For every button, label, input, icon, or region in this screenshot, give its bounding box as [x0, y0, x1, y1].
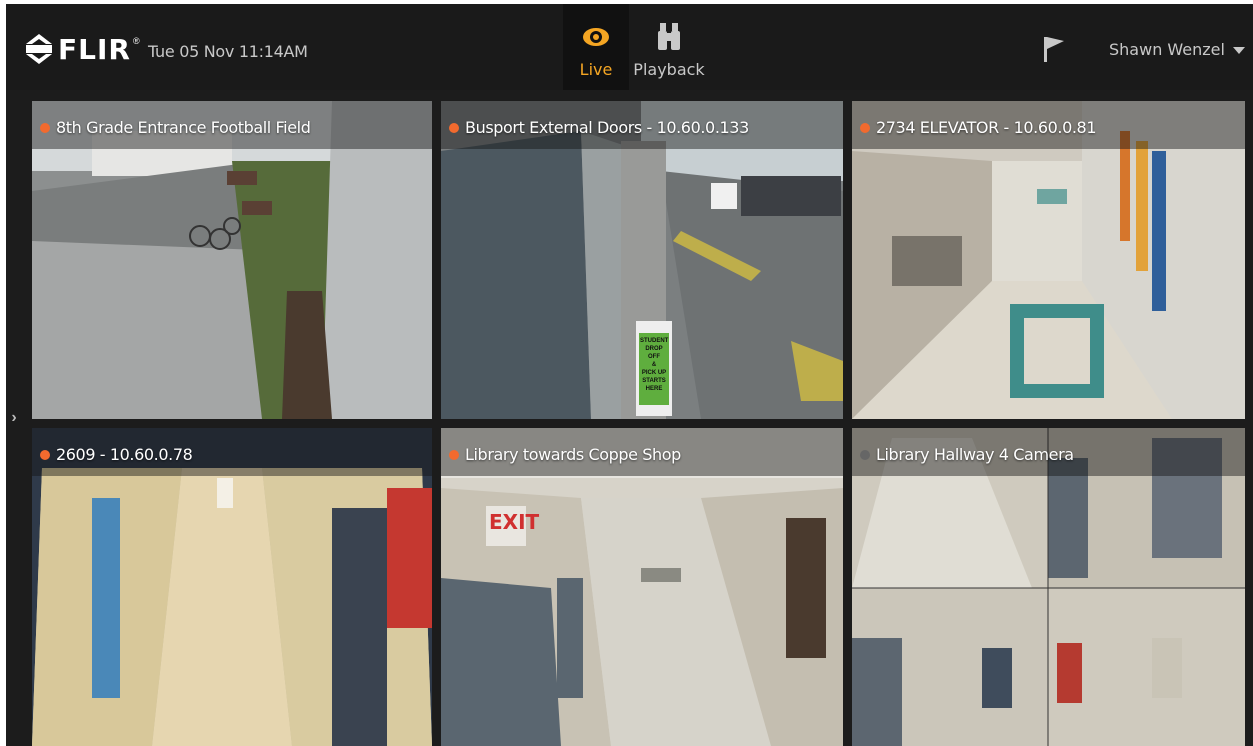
parking-sign-line: PICK UP — [641, 370, 667, 376]
parking-sign-line: & — [651, 362, 657, 368]
tab-playback[interactable]: Playback — [631, 4, 707, 90]
camera-title: Busport External Doors - 10.60.0.133 — [449, 118, 749, 137]
logo-registered-mark: ® — [132, 36, 140, 46]
camera-name: Library towards Coppe Shop — [465, 445, 681, 464]
camera-name: Busport External Doors - 10.60.0.133 — [465, 118, 749, 137]
flir-logo-icon — [26, 34, 52, 64]
chevron-right-icon: › — [11, 409, 17, 426]
side-panel-toggle[interactable]: › — [6, 90, 22, 746]
camera-title: Library Hallway 4 Camera — [860, 445, 1074, 464]
camera-title: 2609 - 10.60.0.78 — [40, 445, 193, 464]
top-bar: FLIR ® Tue 05 Nov 11:14AM Live Playback … — [6, 4, 1253, 90]
recording-status-dot — [40, 122, 50, 133]
parking-sign-line: DROP OFF — [645, 346, 663, 360]
camera-tile-3[interactable]: 2734 ELEVATOR - 10.60.0.81 — [852, 101, 1245, 419]
parking-sign: STUDENT DROP OFF & PICK UP STARTS HERE — [640, 337, 668, 393]
recording-status-dot — [860, 122, 870, 133]
camera-grid: 8th Grade Entrance Football Field STUDEN… — [32, 101, 1245, 746]
camera-title: 2734 ELEVATOR - 10.60.0.81 — [860, 118, 1097, 137]
tab-playback-label: Playback — [633, 60, 705, 79]
camera-name: 2609 - 10.60.0.78 — [56, 445, 193, 464]
current-datetime: Tue 05 Nov 11:14AM — [148, 42, 308, 61]
recording-status-dot — [449, 449, 459, 460]
camera-title: Library towards Coppe Shop — [449, 445, 681, 464]
chevron-down-icon — [1232, 47, 1245, 54]
idle-status-dot — [860, 449, 870, 460]
camera-tile-2[interactable]: STUDENT DROP OFF & PICK UP STARTS HERE Buspo… — [441, 101, 843, 419]
camera-name: 8th Grade Entrance Football Field — [56, 118, 311, 137]
recording-status-dot — [449, 122, 459, 133]
eye-icon — [582, 22, 610, 52]
camera-tile-1[interactable]: 8th Grade Entrance Football Field — [32, 101, 432, 419]
logo-text: FLIR — [58, 32, 131, 66]
parking-sign-line: STARTS HERE — [642, 378, 666, 392]
flir-app: FLIR ® Tue 05 Nov 11:14AM Live Playback … — [6, 4, 1253, 746]
parking-sign-line: STUDENT — [640, 338, 669, 344]
camera-name: 2734 ELEVATOR - 10.60.0.81 — [876, 118, 1097, 137]
user-menu[interactable]: Shawn Wenzel — [1109, 40, 1245, 59]
user-name: Shawn Wenzel — [1109, 40, 1225, 59]
camera-tile-6[interactable]: Library Hallway 4 Camera — [852, 428, 1245, 746]
tab-live[interactable]: Live — [563, 4, 629, 90]
tab-live-label: Live — [579, 60, 613, 79]
camera-tile-5[interactable]: EXIT Library towards Coppe Shop — [441, 428, 843, 746]
camera-tile-4[interactable]: 2609 - 10.60.0.78 — [32, 428, 432, 746]
flag-icon[interactable] — [1043, 36, 1065, 62]
binoculars-icon — [657, 22, 681, 52]
flir-logo[interactable]: FLIR ® — [26, 32, 140, 66]
exit-sign: EXIT — [489, 510, 540, 534]
recording-status-dot — [40, 449, 50, 460]
camera-title: 8th Grade Entrance Football Field — [40, 118, 311, 137]
camera-name: Library Hallway 4 Camera — [876, 445, 1074, 464]
